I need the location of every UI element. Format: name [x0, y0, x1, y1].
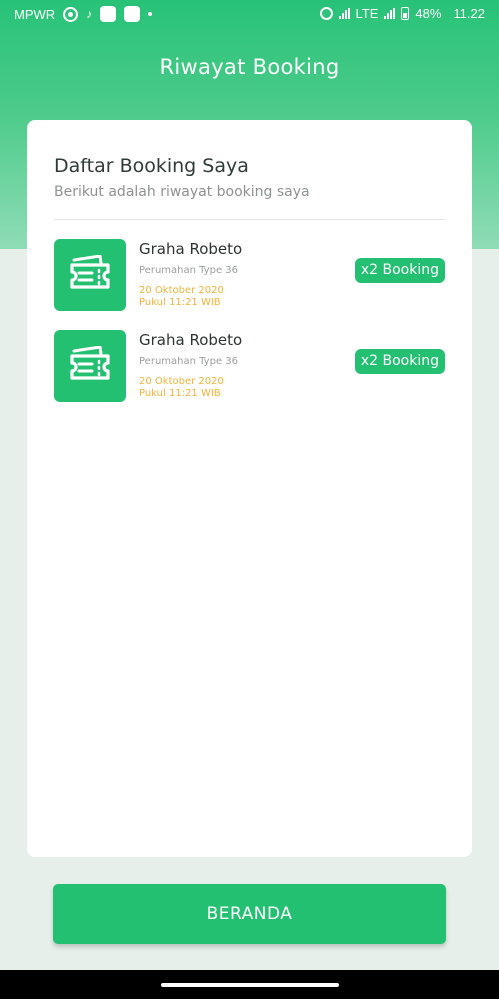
- app-notification-icon: [100, 6, 117, 22]
- card-subtitle: Berikut adalah riwayat booking saya: [54, 184, 310, 200]
- booking-count-badge: x2 Booking: [354, 349, 445, 374]
- booking-time: Pukul 11:21 WIB: [139, 388, 221, 399]
- ticket-icon: [70, 255, 110, 289]
- booking-time: Pukul 11:21 WIB: [139, 297, 221, 308]
- battery-percent: 48%: [415, 6, 442, 21]
- more-notifications-icon: [148, 12, 153, 16]
- booking-list-card: Daftar Booking Saya Berikut adalah riway…: [27, 120, 472, 857]
- booking-list-item[interactable]: Graha Robeto Perumahan Type 36 20 Oktobe…: [54, 330, 445, 403]
- home-button[interactable]: BERANDA: [53, 884, 446, 944]
- booking-property-type: Perumahan Type 36: [139, 356, 238, 367]
- tiktok-icon: ♪: [86, 7, 93, 21]
- system-navigation-bar: [0, 970, 499, 999]
- booking-icon-box: [54, 239, 126, 311]
- booking-property-name: Graha Robeto: [139, 331, 243, 349]
- battery-icon: [401, 7, 410, 20]
- app-notification-icon: [124, 6, 141, 22]
- network-label: LTE: [355, 6, 379, 21]
- status-bar: MPWR ♪ LTE 48% 11.22: [0, 0, 499, 28]
- booking-count-badge: x2 Booking: [354, 258, 445, 283]
- clock: 11.22: [453, 6, 485, 21]
- carrier-label: MPWR: [14, 6, 56, 22]
- signal-icon: [384, 8, 396, 19]
- status-bar-left: MPWR ♪: [14, 6, 153, 22]
- booking-property-name: Graha Robeto: [139, 240, 243, 258]
- page-title: Riwayat Booking: [159, 55, 340, 79]
- booking-list-item[interactable]: Graha Robeto Perumahan Type 36 20 Oktobe…: [54, 239, 445, 312]
- home-gesture-handle[interactable]: [161, 983, 339, 987]
- booking-date: 20 Oktober 2020: [139, 285, 224, 296]
- card-title: Daftar Booking Saya: [54, 155, 249, 177]
- booking-icon-box: [54, 330, 126, 402]
- booking-property-type: Perumahan Type 36: [139, 265, 238, 276]
- screen: MPWR ♪ LTE 48% 11.22 Riwayat Booking Daf…: [0, 0, 499, 999]
- whatsapp-icon: [63, 6, 79, 22]
- booking-date: 20 Oktober 2020: [139, 376, 224, 387]
- alarm-icon: [319, 7, 333, 20]
- ticket-icon: [70, 346, 110, 380]
- signal-icon: [338, 8, 350, 19]
- divider: [54, 219, 445, 220]
- status-bar-right: LTE 48% 11.22: [319, 6, 485, 21]
